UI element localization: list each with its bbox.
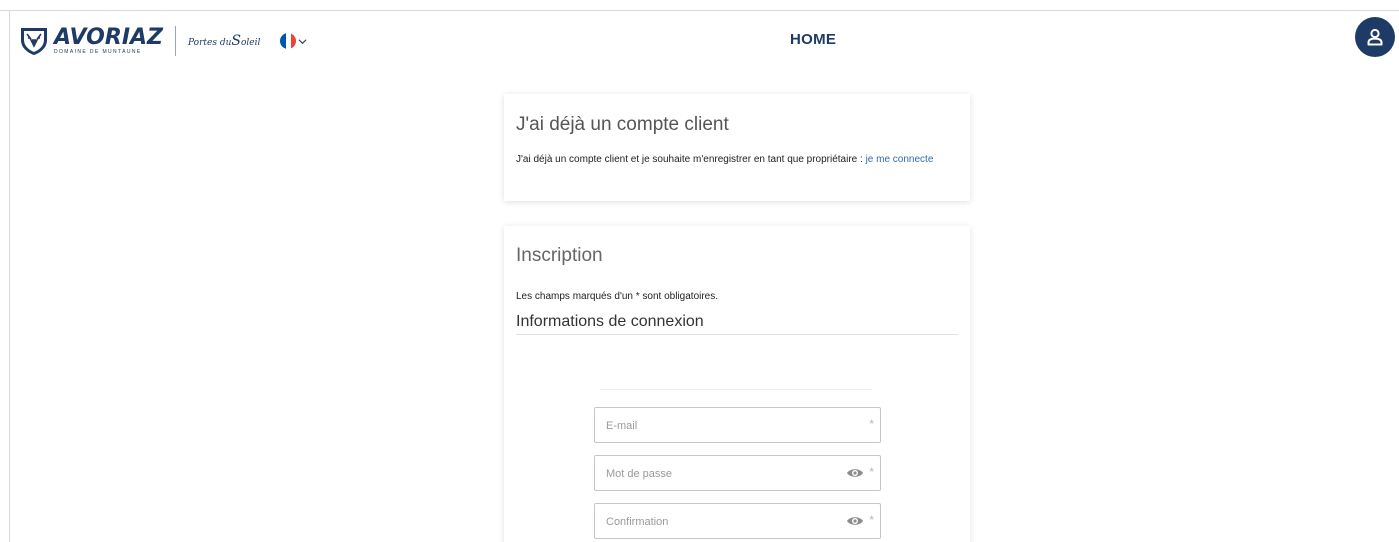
chevron-down-icon xyxy=(298,38,307,44)
partner-suffix: oleil xyxy=(240,38,261,48)
required-fields-note: Les champs marqués d'un * sont obligatoi… xyxy=(516,291,719,302)
login-info-section-title: Informations de connexion xyxy=(516,313,704,330)
shield-logo-icon xyxy=(21,28,47,55)
site-header: AVORIAZ DOMAINE DE MUNTAUNE Portes du S … xyxy=(10,11,1399,67)
login-link[interactable]: je me connecte xyxy=(866,154,934,165)
section-divider xyxy=(516,334,958,335)
partner-initial: S xyxy=(231,33,241,49)
language-selector[interactable] xyxy=(280,33,307,49)
signup-card: Inscription Les champs marqués d'un * so… xyxy=(504,226,970,542)
existing-account-description: J'ai déjà un compte client et je souhait… xyxy=(516,154,866,165)
user-icon xyxy=(1367,28,1383,46)
brand-name: AVORIAZ xyxy=(54,25,163,50)
eye-icon[interactable] xyxy=(846,467,864,479)
partner-logo: Portes du S oleil xyxy=(188,33,260,49)
existing-account-card: J'ai déjà un compte client J'ai déjà un … xyxy=(504,94,970,201)
email-input[interactable] xyxy=(606,417,826,435)
email-field[interactable]: * xyxy=(594,407,881,443)
signup-title: Inscription xyxy=(516,245,603,266)
brand-logo[interactable]: AVORIAZ DOMAINE DE MUNTAUNE Portes du S … xyxy=(18,24,307,58)
french-flag-icon xyxy=(280,33,297,49)
required-asterisk: * xyxy=(869,513,874,527)
eye-icon[interactable] xyxy=(846,515,864,527)
password-input[interactable] xyxy=(606,465,826,483)
form-divider xyxy=(600,389,872,390)
required-asterisk: * xyxy=(869,417,874,431)
required-asterisk: * xyxy=(869,465,874,479)
confirmation-field[interactable]: * xyxy=(594,503,881,539)
brand-text: AVORIAZ DOMAINE DE MUNTAUNE xyxy=(54,27,163,55)
brand-subtitle: DOMAINE DE MUNTAUNE xyxy=(54,49,142,55)
left-border xyxy=(9,10,10,542)
page-title[interactable]: HOME xyxy=(790,31,836,48)
brand-divider xyxy=(174,26,176,56)
existing-account-text: J'ai déjà un compte client et je souhait… xyxy=(516,152,956,168)
user-account-button[interactable] xyxy=(1355,17,1395,57)
password-field[interactable]: * xyxy=(594,455,881,491)
partner-prefix: Portes du xyxy=(187,38,232,48)
confirmation-input[interactable] xyxy=(606,513,826,531)
existing-account-title: J'ai déjà un compte client xyxy=(516,114,729,135)
